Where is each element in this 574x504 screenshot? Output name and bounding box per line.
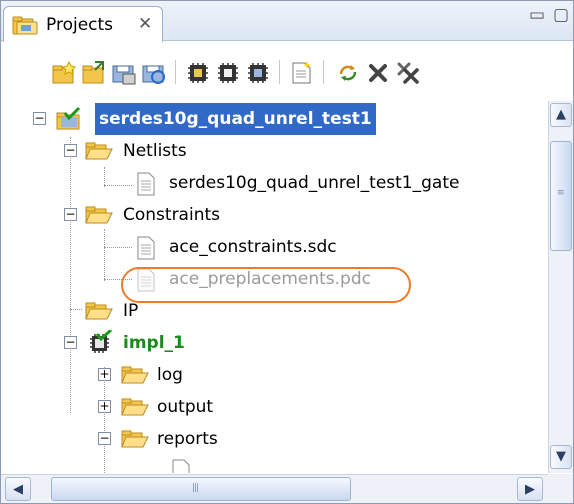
expand-toggle-icon[interactable]: + xyxy=(98,400,111,413)
open-folder-icon xyxy=(85,206,113,224)
tree-item-output[interactable]: + output xyxy=(1,391,547,423)
panel-tab-bar: Projects ✕ ▭ ▢ xyxy=(1,1,573,42)
tree-item-constraints[interactable]: − Constraints xyxy=(1,199,547,231)
project-folder-check-icon xyxy=(56,107,81,130)
scroll-left-button[interactable]: ◀ xyxy=(5,477,31,501)
project-toolbar xyxy=(1,42,573,100)
maximize-icon[interactable]: ▢ xyxy=(553,5,569,25)
file-icon xyxy=(137,172,155,196)
chip-save-icon[interactable] xyxy=(245,60,271,86)
chip-run-icon[interactable] xyxy=(185,60,211,86)
file-label: ace_constraints.sdc xyxy=(169,237,337,257)
folder-label: log xyxy=(157,365,183,385)
horizontal-scrollbar[interactable]: ◀ ||| ▶ xyxy=(1,474,573,503)
highlight-ring xyxy=(121,267,411,303)
folder-label: reports xyxy=(157,429,218,449)
tree-item-impl[interactable]: − impl_1 xyxy=(1,327,547,359)
folder-label: Netlists xyxy=(123,141,187,161)
impl-label: impl_1 xyxy=(123,333,185,353)
project-name: serdes10g_quad_unrel_test1 xyxy=(95,103,376,135)
tree-item-netlists[interactable]: − Netlists xyxy=(1,135,547,167)
collapse-toggle-icon[interactable]: − xyxy=(64,208,77,221)
collapse-toggle-icon[interactable]: − xyxy=(98,432,111,445)
chip-flow-icon[interactable] xyxy=(215,60,241,86)
collapse-toggle-icon[interactable]: − xyxy=(64,144,77,157)
tree-item-sdc-file[interactable]: ace_constraints.sdc xyxy=(1,231,547,263)
scroll-right-button[interactable]: ▶ xyxy=(517,477,543,501)
collapse-toggle-icon[interactable]: − xyxy=(33,112,46,125)
toolbar-separator xyxy=(323,60,325,84)
toolbar-separator xyxy=(175,60,177,84)
file-icon xyxy=(172,459,190,473)
tab-label: Projects xyxy=(46,15,114,35)
refresh-project-icon[interactable] xyxy=(141,60,167,86)
expand-toggle-icon[interactable]: + xyxy=(98,368,111,381)
file-icon xyxy=(137,236,155,260)
implementation-chip-icon xyxy=(90,330,113,353)
new-project-icon[interactable] xyxy=(51,60,77,86)
vertical-scrollbar[interactable]: ▲ ≡ ▼ xyxy=(548,101,573,473)
tree-item-log[interactable]: + log xyxy=(1,359,547,391)
scroll-up-button[interactable]: ▲ xyxy=(550,103,572,127)
save-project-icon[interactable] xyxy=(111,60,137,86)
file-label: serdes10g_quad_unrel_test1_gate xyxy=(169,173,460,193)
open-folder-icon xyxy=(121,366,149,384)
tree-item-netlist-file[interactable]: serdes10g_quad_unrel_test1_gate xyxy=(1,167,547,199)
close-tab-icon[interactable]: ✕ xyxy=(138,14,152,34)
delete-all-icon[interactable] xyxy=(395,60,421,86)
horizontal-scroll-thumb[interactable]: ||| xyxy=(51,477,351,501)
folder-label: Constraints xyxy=(123,205,220,225)
open-project-icon[interactable] xyxy=(81,60,107,86)
scrollbar-corner xyxy=(548,474,573,503)
tree-item-project[interactable]: − serdes10g_quad_unrel_test1 xyxy=(1,103,547,135)
sync-icon[interactable] xyxy=(335,60,361,86)
tree-item-reports[interactable]: − reports xyxy=(1,423,547,455)
minimize-icon[interactable]: ▭ xyxy=(529,5,545,25)
projects-panel: Projects ✕ ▭ ▢ − serdes10g_quad_unrel_te… xyxy=(0,0,574,504)
open-folder-icon xyxy=(121,430,149,448)
add-file-icon[interactable] xyxy=(289,60,315,86)
open-folder-icon xyxy=(85,302,113,320)
folder-label: output xyxy=(157,397,214,417)
projects-folder-icon xyxy=(12,16,38,35)
delete-icon[interactable] xyxy=(365,60,391,86)
open-folder-icon xyxy=(85,142,113,160)
scroll-down-button[interactable]: ▼ xyxy=(550,445,572,469)
projects-tab[interactable]: Projects ✕ xyxy=(3,6,163,42)
vertical-scroll-thumb[interactable]: ≡ xyxy=(550,141,572,251)
collapse-toggle-icon[interactable]: − xyxy=(64,336,77,349)
open-folder-icon xyxy=(121,398,149,416)
toolbar-separator xyxy=(279,60,281,84)
